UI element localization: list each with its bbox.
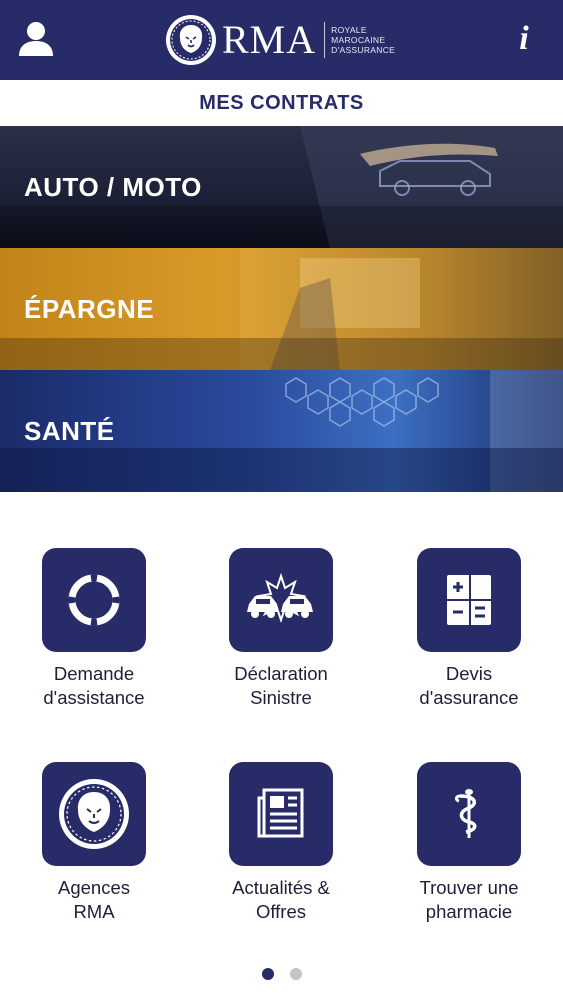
- logo-subtitle-line: MAROCAINE: [331, 35, 386, 45]
- rma-lion-seal-icon: [59, 779, 129, 849]
- pharmacy-caduceus-icon: [455, 789, 477, 838]
- logo-subtitle-line: ROYALE: [331, 25, 367, 35]
- banner-epargne[interactable]: ÉPARGNE: [0, 248, 563, 370]
- tile-label-line: Offres: [255, 901, 307, 922]
- tile-label-line: Trouver une: [419, 877, 519, 898]
- tile-label-line: Demande: [53, 663, 135, 684]
- lion-seal-icon: [166, 15, 216, 65]
- tile-label: Agences RMA: [0, 876, 188, 924]
- person-icon: [19, 22, 53, 56]
- tile-label-line: RMA: [73, 901, 115, 922]
- tile-label-line: Actualités &: [232, 877, 330, 898]
- tile-devis-assurance[interactable]: Devis d'assurance: [375, 548, 563, 710]
- banner-auto-moto[interactable]: AUTO / MOTO: [0, 126, 563, 248]
- page-dot-active[interactable]: [261, 968, 274, 980]
- tile-label: Trouver une pharmacie: [375, 876, 563, 924]
- newspaper-icon: [257, 788, 304, 838]
- app-header: RMA ROYALE MAROCAINE D'ASSURANCE i: [0, 0, 563, 80]
- tile-icon-box: [417, 548, 521, 652]
- tile-label-line: Agences: [58, 877, 130, 898]
- tile-label: Actualités & Offres: [187, 876, 375, 924]
- banner-label: ÉPARGNE: [24, 294, 155, 324]
- tile-label: Devis d'assurance: [375, 662, 563, 710]
- tile-declaration-sinistre[interactable]: Déclaration Sinistre: [187, 548, 375, 710]
- tile-icon-box: [42, 762, 146, 866]
- logo-subtitle: ROYALE MAROCAINE D'ASSURANCE: [331, 25, 395, 55]
- tile-label-line: d'assistance: [43, 687, 145, 708]
- tile-agences-rma[interactable]: Agences RMA: [0, 762, 188, 924]
- calculator-icon: [447, 575, 491, 625]
- tile-label-line: Sinistre: [250, 687, 312, 708]
- tile-icon-box: [42, 548, 146, 652]
- tile-trouver-pharmacie[interactable]: Trouver une pharmacie: [375, 762, 563, 924]
- tile-icon-box: [229, 548, 333, 652]
- tile-icon-box: [229, 762, 333, 866]
- tile-label: Déclaration Sinistre: [187, 662, 375, 710]
- page-dot[interactable]: [289, 968, 302, 980]
- tile-icon-box: [417, 762, 521, 866]
- banner-label: AUTO / MOTO: [24, 172, 202, 202]
- profile-button[interactable]: [16, 18, 56, 60]
- tile-actualites-offres[interactable]: Actualités & Offres: [187, 762, 375, 924]
- rma-logo: RMA ROYALE MAROCAINE D'ASSURANCE: [164, 12, 395, 68]
- tile-label-line: Devis: [445, 663, 493, 684]
- tile-label-line: Déclaration: [234, 663, 328, 684]
- banner-sante[interactable]: SANTÉ: [0, 370, 563, 492]
- car-crash-icon: [247, 572, 313, 624]
- section-title: MES CONTRATS: [199, 92, 364, 114]
- tile-demande-assistance[interactable]: Demande d'assistance: [0, 548, 188, 710]
- logo-divider: [324, 22, 326, 58]
- tile-label-line: d'assurance: [419, 687, 519, 708]
- page-indicator: [0, 968, 563, 982]
- tile-label: Demande d'assistance: [0, 662, 188, 710]
- lifebuoy-icon: [68, 574, 120, 626]
- logo-subtitle-line: D'ASSURANCE: [331, 45, 396, 55]
- tile-label-line: pharmacie: [425, 901, 513, 922]
- info-icon: i: [519, 20, 529, 57]
- logo-wordmark: RMA: [222, 17, 317, 62]
- info-button[interactable]: i: [509, 16, 539, 62]
- banner-label: SANTÉ: [24, 416, 115, 446]
